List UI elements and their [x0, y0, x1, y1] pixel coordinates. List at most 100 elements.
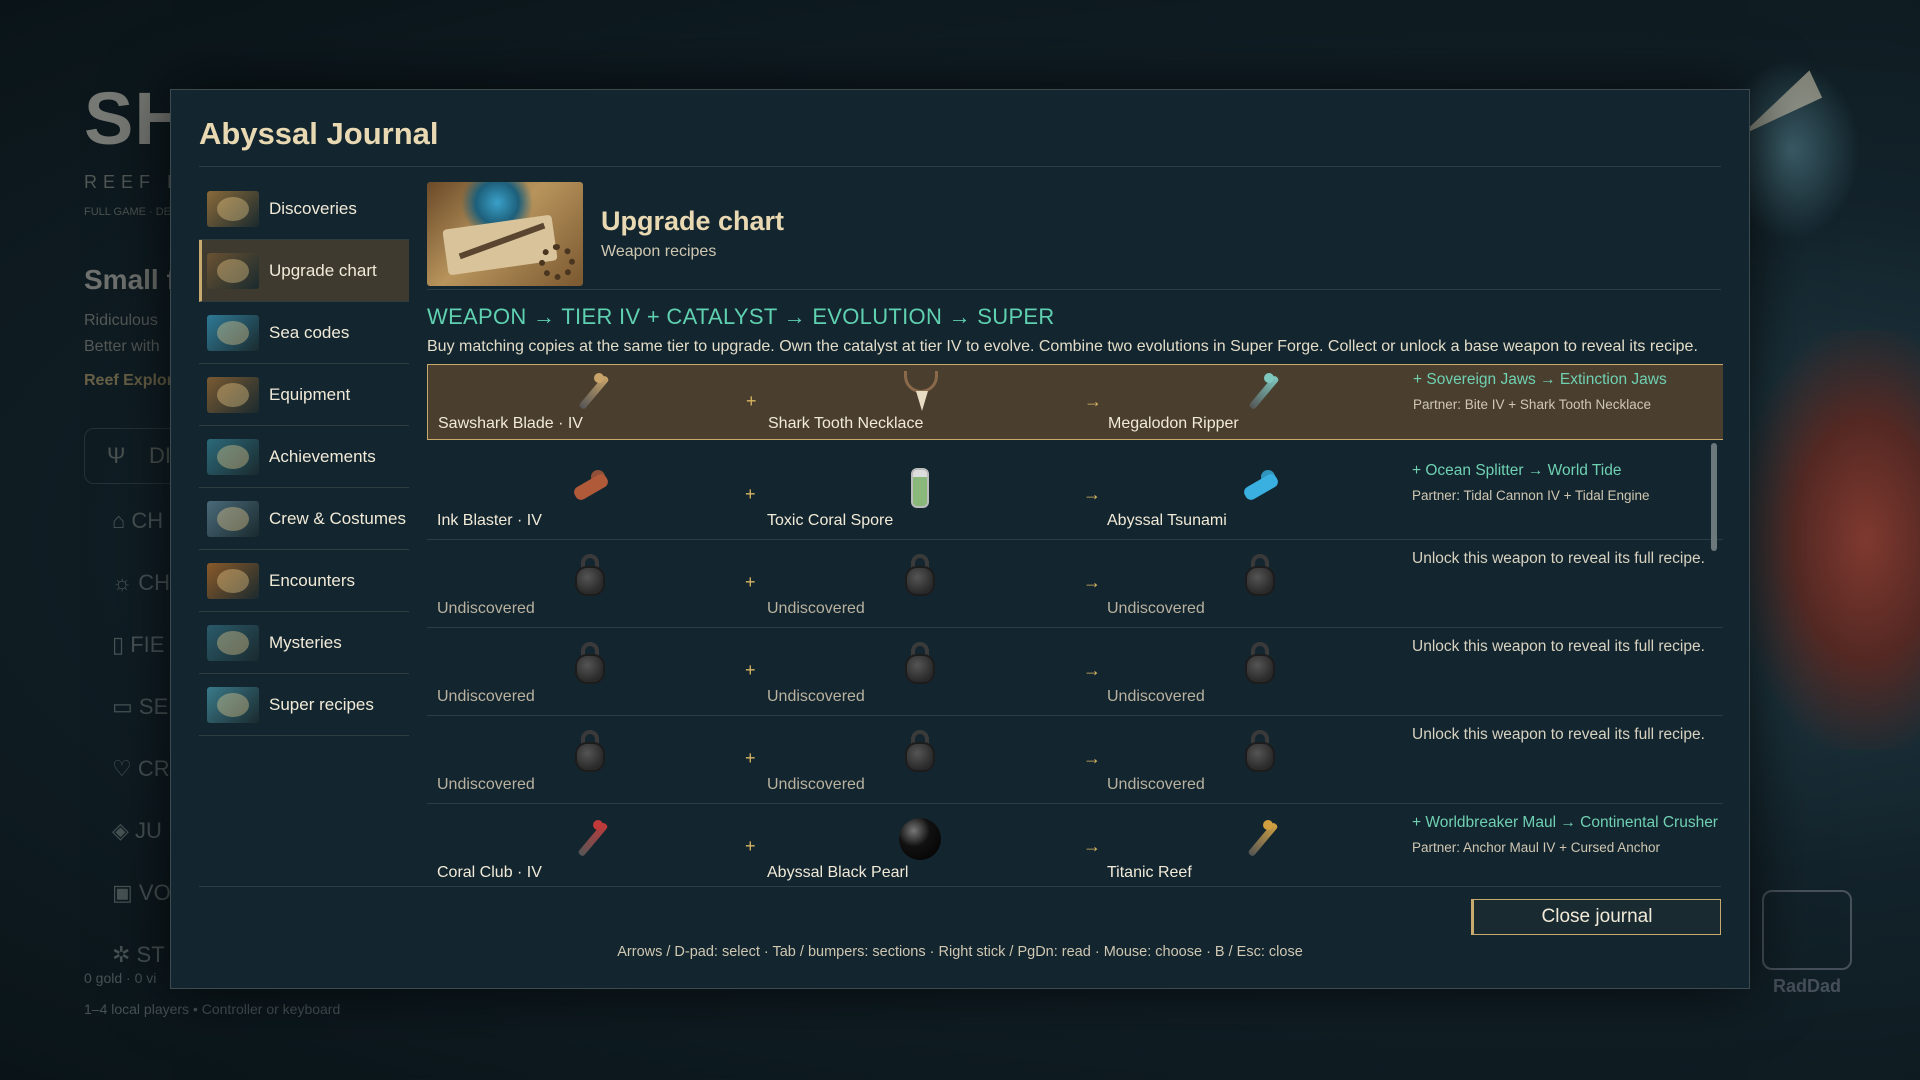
- recipe-info: Unlock this weapon to reveal its full re…: [1412, 638, 1717, 656]
- sidebar-item-equipment[interactable]: Equipment: [199, 364, 409, 426]
- recipe-info: + Ocean Splitter → World Tide Partner: Ti…: [1412, 462, 1717, 503]
- plus-icon: +: [745, 748, 756, 768]
- evolution-name: Undiscovered: [1107, 600, 1205, 617]
- catalyst-name: Toxic Coral Spore: [767, 512, 894, 529]
- abyssal-tsunami-icon: [1237, 464, 1283, 510]
- background-menu-item-6: ◈ JU: [112, 818, 162, 843]
- sidebar-item-label: Sea codes: [269, 322, 350, 342]
- sidebar-item-upgrade-chart[interactable]: Upgrade chart: [199, 240, 409, 302]
- recipe-info: Unlock this weapon to reveal its full re…: [1412, 726, 1717, 744]
- sidebar-item-super-recipes[interactable]: Super recipes: [199, 674, 409, 736]
- evolution-name: Undiscovered: [1107, 776, 1205, 793]
- lock-icon: [567, 640, 613, 686]
- weapon-name: Coral Club · IV: [437, 864, 542, 881]
- sidebar-item-mysteries[interactable]: Mysteries: [199, 612, 409, 674]
- catalyst-slot: Shark Tooth Necklace: [758, 365, 1078, 453]
- locked-recipe-text: Unlock this weapon to reveal its full re…: [1412, 726, 1705, 743]
- weapon-slot: Coral Club · IV: [427, 804, 747, 886]
- plus-icon: +: [745, 572, 756, 592]
- journal-content: Upgrade chart Weapon recipes WEAPON → TI…: [427, 178, 1723, 886]
- catalyst-slot: Undiscovered: [757, 716, 1077, 804]
- evolution-name: Abyssal Tsunami: [1107, 512, 1227, 529]
- catalyst-slot: Abyssal Black Pearl: [757, 804, 1077, 886]
- abyssal-black-pearl-icon: [897, 816, 943, 862]
- recipe-info: Unlock this weapon to reveal its full re…: [1412, 550, 1717, 568]
- titanic-reef-icon: [1237, 816, 1283, 862]
- sidebar-item-label: Super recipes: [269, 694, 374, 714]
- recipe-info: + Worldbreaker Maul → Continental Crushe…: [1412, 814, 1718, 855]
- upgrade-chart-thumb-icon: [207, 252, 259, 289]
- arrow-right-icon: →: [1084, 391, 1102, 411]
- recipe-formula: WEAPON → TIER IV + CATALYST → EVOLUTION …: [427, 304, 1055, 329]
- locked-recipe-text: Unlock this weapon to reveal its full re…: [1412, 638, 1705, 655]
- background-menu-item-1: ⌂ CH: [112, 508, 164, 533]
- plus-icon: +: [745, 836, 756, 856]
- megalodon-ripper-icon: [1238, 369, 1284, 415]
- super-recipe-line: + Worldbreaker Maul → Continental Crushe…: [1412, 814, 1718, 831]
- plus-icon: +: [745, 660, 756, 680]
- sidebar-item-discoveries[interactable]: Discoveries: [199, 178, 409, 240]
- lock-icon: [1237, 552, 1283, 598]
- background-link: Reef Explore: [84, 372, 182, 389]
- evolution-slot: Abyssal Tsunami: [1097, 452, 1417, 540]
- section-header: Upgrade chart Weapon recipes: [427, 178, 1721, 290]
- sidebar-item-label: Crew & Costumes: [269, 508, 406, 528]
- ink-blaster-icon: [567, 464, 613, 510]
- background-menu-item-8: ✲ ST: [112, 942, 165, 967]
- section-title: Upgrade chart: [601, 206, 785, 236]
- section-subtitle: Weapon recipes: [601, 243, 717, 260]
- encounters-thumb-icon: [207, 562, 259, 599]
- lock-icon: [1237, 640, 1283, 686]
- recipe-row[interactable]: Undiscovered Undiscovered Undiscovered + → Un…: [427, 716, 1723, 804]
- recipe-list[interactable]: Sawshark Blade · IV Shark Tooth Necklace M…: [427, 364, 1723, 886]
- evolution-name: Megalodon Ripper: [1108, 415, 1239, 432]
- background-menu-item-2: ☼ CH: [112, 570, 171, 595]
- sidebar-item-crew-costumes[interactable]: Crew & Costumes: [199, 488, 409, 550]
- close-journal-button[interactable]: Close journal: [1471, 899, 1721, 935]
- plus-icon: +: [746, 391, 757, 411]
- trident-icon: Ψ: [107, 443, 126, 468]
- background-menu-item-3: ▯ FIE: [112, 632, 165, 657]
- catalyst-name: Abyssal Black Pearl: [767, 864, 909, 881]
- sidebar-item-label: Equipment: [269, 384, 351, 404]
- lock-icon: [897, 728, 943, 774]
- recipe-row[interactable]: Ink Blaster · IV Toxic Coral Spore Abyssal…: [427, 452, 1723, 540]
- recipe-row[interactable]: Sawshark Blade · IV Shark Tooth Necklace M…: [427, 364, 1723, 440]
- arrow-right-icon: →: [1083, 836, 1101, 856]
- recipe-list-scrollbar[interactable]: [1711, 443, 1717, 551]
- weapon-name: Undiscovered: [437, 600, 535, 617]
- weapon-slot: Ink Blaster · IV: [427, 452, 747, 540]
- evolution-slot: Undiscovered: [1097, 540, 1417, 628]
- sidebar-item-label: Encounters: [269, 570, 355, 590]
- recipe-row[interactable]: Undiscovered Undiscovered Undiscovered + → Un…: [427, 540, 1723, 628]
- evolution-slot: Megalodon Ripper: [1098, 365, 1418, 453]
- sidebar-item-label: Achievements: [269, 446, 376, 466]
- lock-icon: [1237, 728, 1283, 774]
- recipe-row[interactable]: Undiscovered Undiscovered Undiscovered + → Un…: [427, 628, 1723, 716]
- background-edition: FULL GAME · DE: [84, 206, 171, 218]
- journal-sidebar: Discoveries Upgrade chart Sea codes Equipme…: [199, 178, 409, 736]
- background-menu-item-5: ♡ CR: [112, 756, 170, 781]
- recipe-info: + Sovereign Jaws → Extinction Jaws Partne…: [1413, 371, 1718, 412]
- upgrade-chart-banner-image: [427, 181, 583, 286]
- sidebar-item-achievements[interactable]: Achievements: [199, 426, 409, 488]
- arrow-right-icon: →: [1083, 572, 1101, 592]
- sidebar-item-sea-codes[interactable]: Sea codes: [199, 302, 409, 364]
- weapon-name: Ink Blaster · IV: [437, 512, 542, 529]
- weapon-name: Undiscovered: [437, 688, 535, 705]
- catalyst-slot: Undiscovered: [757, 540, 1077, 628]
- controls-hint: Arrows / D-pad: select · Tab / bumpers: …: [617, 944, 1303, 960]
- super-recipes-thumb-icon: [207, 686, 259, 723]
- super-recipe-line: + Sovereign Jaws → Extinction Jaws: [1413, 371, 1667, 388]
- weapon-slot: Undiscovered: [427, 628, 747, 716]
- weapon-slot: Undiscovered: [427, 716, 747, 804]
- sidebar-item-encounters[interactable]: Encounters: [199, 550, 409, 612]
- partner-line: Partner: Bite IV + Shark Tooth Necklace: [1413, 397, 1651, 412]
- recipe-row[interactable]: Coral Club · IV Abyssal Black Pearl Titani…: [427, 804, 1723, 886]
- arrow-right-icon: →: [1083, 748, 1101, 768]
- catalyst-name: Undiscovered: [767, 600, 865, 617]
- background-heading: Small fi: [84, 264, 184, 295]
- abyssal-journal-modal: Abyssal Journal Discoveries Upgrade chart…: [170, 89, 1750, 989]
- lock-icon: [897, 640, 943, 686]
- equipment-thumb-icon: [207, 376, 259, 413]
